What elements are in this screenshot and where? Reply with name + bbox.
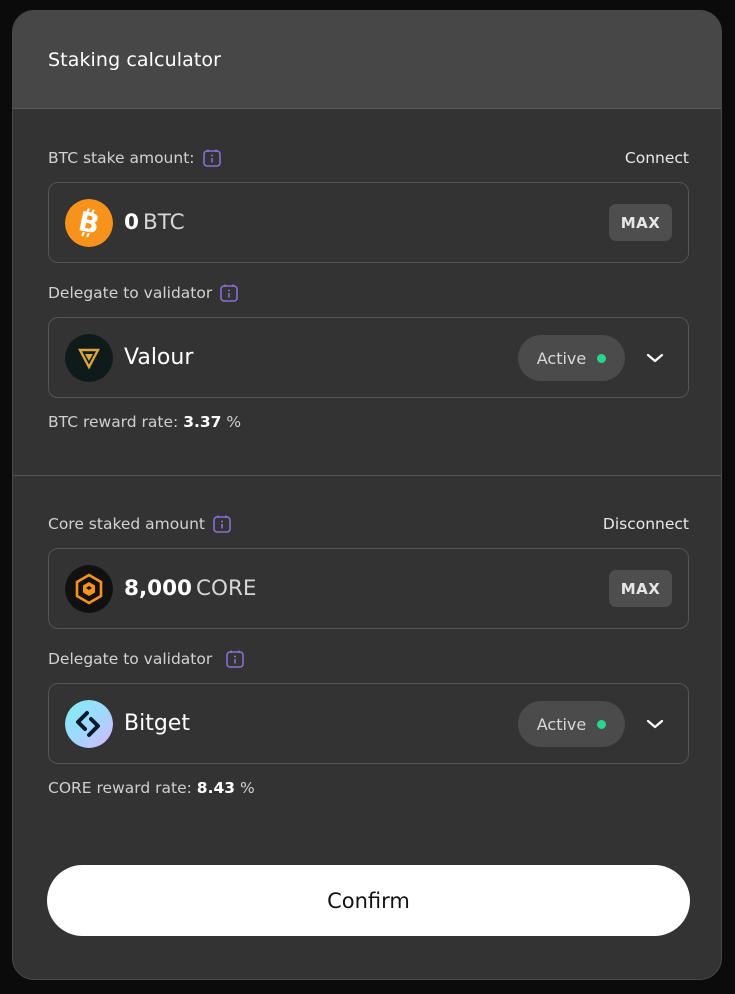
confirm-button[interactable]: Confirm [47, 865, 690, 936]
btc-amount-unit: BTC [142, 210, 185, 235]
core-amount-value: 8,000 [124, 576, 193, 601]
core-icon [65, 564, 113, 613]
info-icon[interactable] [202, 148, 222, 168]
btc-validator-label-text: Delegate to validator [48, 284, 213, 302]
core-stake-label-text: Core staked amount [48, 515, 205, 533]
bitget-icon [65, 699, 113, 748]
chevron-down-icon[interactable] [646, 350, 664, 366]
status-dot [597, 719, 607, 729]
btc-amount-value: 0 [124, 210, 139, 235]
core-amount: 8,000 CORE [124, 576, 256, 601]
btc-reward-value: 3.37 [183, 413, 222, 431]
core-validator-label-text: Delegate to validator [48, 650, 213, 668]
btc-stake-label: BTC stake amount: [48, 148, 222, 168]
core-section: Core staked amount Disconnect 8,000 CORE … [48, 513, 689, 797]
core-reward-rate: CORE reward rate: 8.43 % [48, 779, 689, 797]
core-reward-value: 8.43 [196, 779, 236, 797]
core-stake-label: Core staked amount [48, 514, 232, 534]
btc-validator-status-badge: Active [518, 335, 625, 381]
valour-icon [65, 333, 113, 382]
core-validator-status-badge: Active [518, 701, 625, 747]
btc-reward-rate: BTC reward rate: 3.37 % [48, 413, 689, 431]
core-max-button[interactable]: MAX [609, 570, 672, 607]
btc-reward-unit: % [226, 413, 242, 431]
btc-max-button[interactable]: MAX [609, 204, 672, 241]
card-header: Staking calculator [13, 11, 721, 109]
btc-section: BTC stake amount: Connect B 0BTC MAX Del… [48, 147, 689, 431]
core-reward-label: CORE reward rate: [48, 779, 192, 797]
status-dot [597, 353, 607, 363]
core-reward-unit: % [239, 779, 255, 797]
btc-amount-input[interactable]: B 0 BTC MAX [48, 182, 689, 263]
info-icon[interactable] [219, 283, 239, 303]
btc-reward-label: BTC reward rate: [48, 413, 179, 431]
chevron-down-icon[interactable] [646, 716, 664, 732]
info-icon[interactable] [212, 514, 232, 534]
btc-validator-name: Valour [124, 345, 194, 370]
core-amount-unit: CORE [196, 576, 257, 601]
btc-validator-select[interactable]: Valour Active [48, 317, 689, 398]
connect-link[interactable]: Connect [625, 149, 689, 167]
core-amount-input[interactable]: 8,000 CORE MAX [48, 548, 689, 629]
bitcoin-icon: B [65, 198, 113, 247]
core-validator-status-text: Active [536, 714, 587, 734]
btc-amount: 0 BTC [124, 210, 185, 235]
page-title: Staking calculator [48, 48, 222, 71]
section-divider [13, 475, 721, 476]
btc-validator-label: Delegate to validator [48, 283, 239, 303]
staking-calculator-card: Staking calculator BTC stake amount: Con… [12, 10, 722, 980]
disconnect-link[interactable]: Disconnect [603, 515, 689, 533]
btc-validator-status-text: Active [536, 348, 587, 368]
core-validator-label: Delegate to validator [48, 649, 245, 669]
core-validator-name: Bitget [124, 711, 190, 736]
core-validator-select[interactable]: Bitget Active [48, 683, 689, 764]
info-icon[interactable] [225, 649, 245, 669]
btc-stake-label-text: BTC stake amount: [48, 149, 195, 167]
